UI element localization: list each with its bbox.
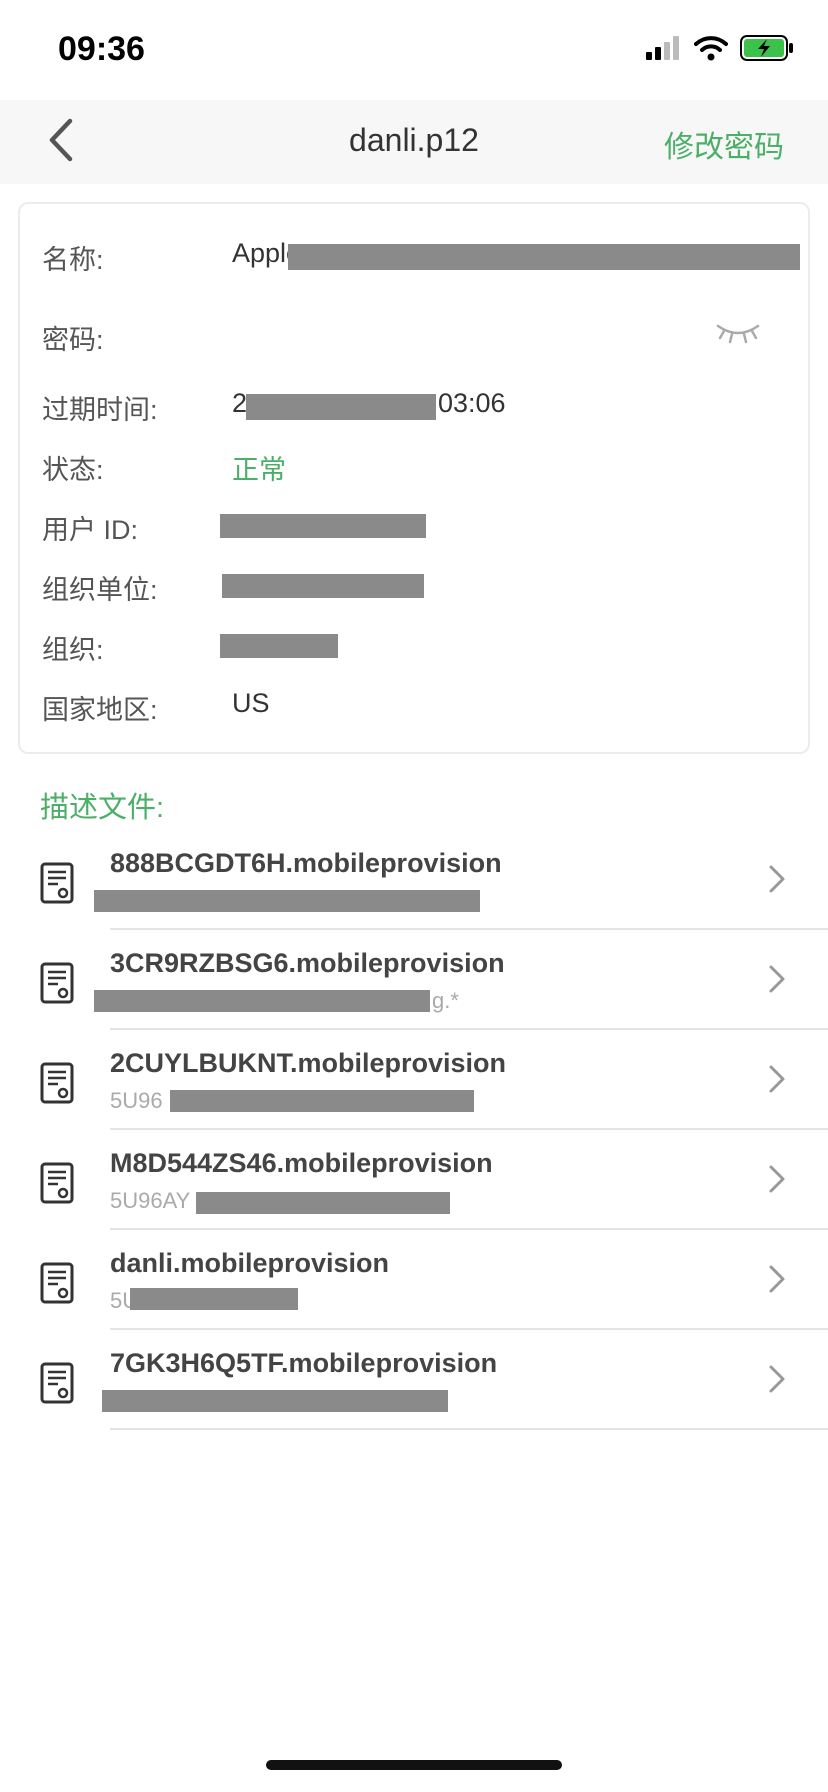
expiry-suffix: 03:06 [438, 388, 506, 418]
profiles-section-title: 描述文件: [40, 792, 165, 824]
document-icon [40, 862, 74, 909]
org-unit-label: 组织单位: [42, 575, 158, 605]
org-row: 组织: [42, 628, 788, 668]
redacted-block [222, 574, 424, 598]
profile-name: danli.mobileprovision [110, 1248, 390, 1278]
status-time: 09:36 [58, 30, 145, 68]
profile-subtitle: 5U96AY [110, 1188, 191, 1213]
redacted-block [220, 634, 338, 658]
profile-subtitle: 5U96 [110, 1088, 163, 1113]
password-label: 密码: [42, 325, 104, 355]
divider [110, 1428, 828, 1430]
profile-name: 888BCGDT6H.mobileprovision [110, 848, 502, 878]
name-label: 名称: [42, 245, 104, 275]
expiry-prefix: 2 [232, 388, 248, 418]
document-icon [40, 1162, 74, 1209]
status-bar: 09:36 [0, 0, 828, 100]
status-value: 正常 [232, 455, 286, 485]
chevron-right-icon [768, 864, 786, 899]
list-item[interactable]: 7GK3H6Q5TF.mobileprovision [0, 1330, 828, 1430]
list-item[interactable]: 888BCGDT6H.mobileprovision [0, 830, 828, 930]
redacted-block [94, 990, 430, 1012]
list-item[interactable]: M8D544ZS46.mobileprovision 5U96AY [0, 1130, 828, 1230]
password-row: 密码: [42, 318, 788, 358]
profile-name: M8D544ZS46.mobileprovision [110, 1148, 493, 1178]
document-icon [40, 1062, 74, 1109]
redacted-block [288, 244, 800, 270]
redacted-block [196, 1192, 450, 1214]
document-icon [40, 1262, 74, 1309]
country-row: 国家地区: US [42, 688, 788, 728]
redacted-block [220, 514, 426, 538]
change-password-button[interactable]: 修改密码 [664, 122, 784, 166]
chevron-right-icon [768, 1264, 786, 1299]
profile-name: 7GK3H6Q5TF.mobileprovision [110, 1348, 498, 1378]
list-item[interactable]: danli.mobileprovision 5U [0, 1230, 828, 1330]
name-row: 名称: Apple [42, 238, 800, 278]
home-indicator[interactable] [266, 1760, 562, 1770]
certificate-info-card: 名称: Apple 密码: 过期时间: 2 03:06 状态: 正常 用户 ID [18, 202, 810, 754]
battery-charging-icon [740, 34, 794, 66]
chevron-right-icon [768, 964, 786, 999]
screen: 09:36 danli.p12 修改密码 名称: Apple 密码: 过期时间:… [0, 0, 828, 1792]
document-icon [40, 962, 74, 1009]
wifi-icon [694, 35, 728, 66]
document-icon [40, 1362, 74, 1409]
redacted-block [246, 394, 436, 420]
chevron-right-icon [768, 1164, 786, 1199]
status-row: 状态: 正常 [42, 448, 788, 488]
redacted-block [94, 890, 480, 912]
redacted-block [130, 1288, 298, 1310]
signal-icon [646, 35, 682, 65]
redacted-block [170, 1090, 474, 1112]
list-item[interactable]: 3CR9RZBSG6.mobileprovision g.* [0, 930, 828, 1030]
user-id-label: 用户 ID: [42, 515, 139, 545]
expiry-row: 过期时间: 2 03:06 [42, 388, 788, 428]
chevron-right-icon [768, 1364, 786, 1399]
status-label: 状态: [42, 455, 104, 485]
expiry-label: 过期时间: [42, 395, 158, 425]
profile-list: 888BCGDT6H.mobileprovision 3CR9RZBSG6.mo… [0, 830, 828, 1430]
country-value: US [232, 688, 270, 718]
country-label: 国家地区: [42, 695, 158, 725]
list-item[interactable]: 2CUYLBUKNT.mobileprovision 5U96 [0, 1030, 828, 1130]
redacted-block [102, 1390, 448, 1412]
chevron-right-icon [768, 1064, 786, 1099]
profile-subtitle: g.* [432, 988, 459, 1013]
profile-name: 3CR9RZBSG6.mobileprovision [110, 948, 505, 978]
eye-closed-icon[interactable] [716, 322, 760, 351]
org-label: 组织: [42, 635, 104, 665]
user-id-row: 用户 ID: [42, 508, 788, 548]
status-icons [646, 34, 794, 66]
nav-bar: danli.p12 修改密码 [0, 100, 828, 184]
profile-name: 2CUYLBUKNT.mobileprovision [110, 1048, 507, 1078]
org-unit-row: 组织单位: [42, 568, 788, 608]
